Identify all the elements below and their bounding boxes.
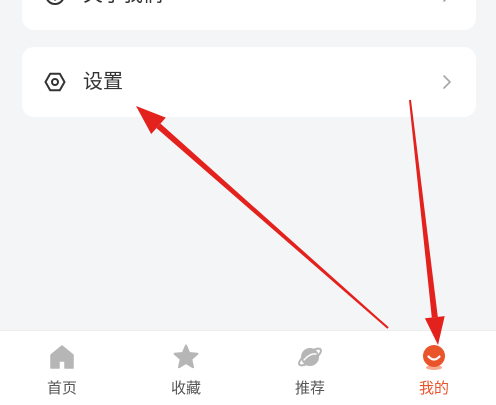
arrow-to-mine-tab: [409, 99, 445, 345]
star-icon: [172, 343, 200, 371]
menu-item-settings[interactable]: 设置: [22, 47, 476, 117]
tab-mine[interactable]: 我的: [372, 331, 496, 405]
home-icon: [48, 343, 76, 371]
chevron-right-icon: [438, 73, 456, 91]
info-circle-icon: [44, 0, 66, 6]
hexagon-settings-icon: [44, 71, 66, 93]
tab-home[interactable]: 首页: [0, 331, 124, 405]
tab-label: 我的: [418, 380, 449, 397]
arrow-to-settings: [136, 106, 389, 329]
menu-item-about[interactable]: 关于我们: [22, 0, 476, 30]
tab-label: 首页: [46, 380, 77, 397]
chevron-right-icon: [438, 0, 456, 4]
avatar-icon: [420, 343, 448, 371]
tab-favorites[interactable]: 收藏: [124, 331, 248, 405]
tab-recommend[interactable]: 推荐: [248, 331, 372, 405]
planet-icon: [296, 343, 324, 371]
tab-label: 收藏: [170, 380, 201, 397]
menu-item-label: 设置: [83, 71, 123, 93]
menu-item-label: 关于我们: [83, 0, 163, 30]
app-screen: 关于我们 设置 首页: [0, 0, 496, 405]
bottom-tab-bar: 首页 收藏 推荐 我的: [0, 330, 496, 405]
tab-label: 推荐: [294, 380, 325, 397]
